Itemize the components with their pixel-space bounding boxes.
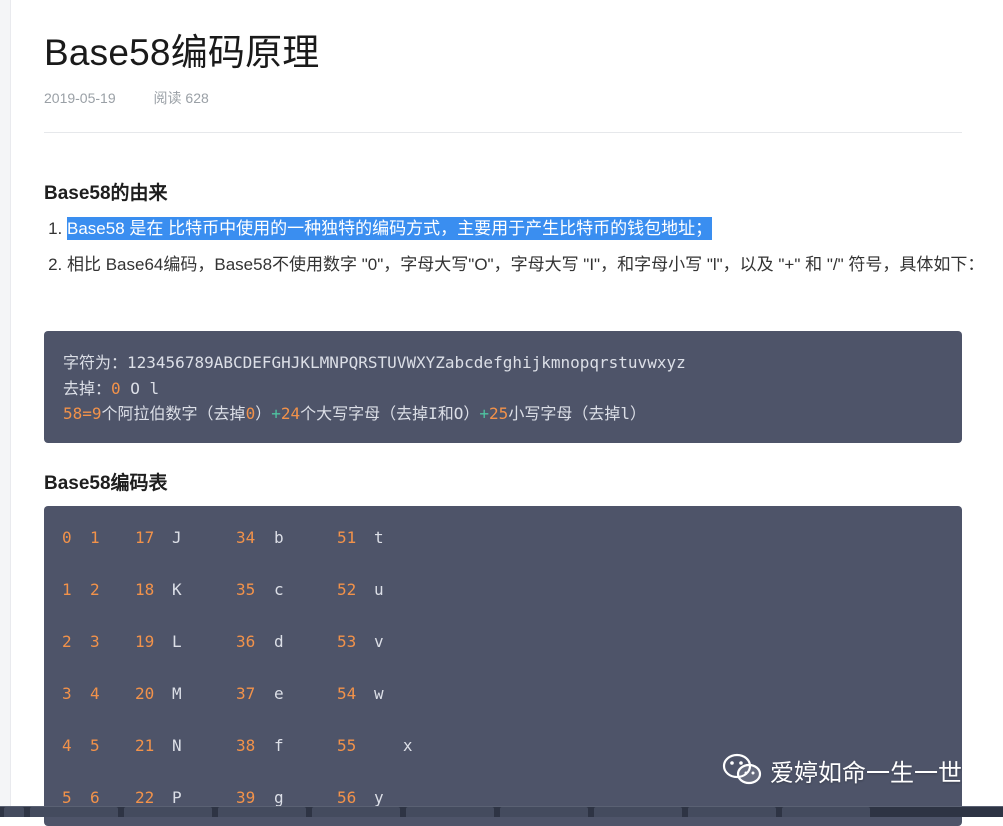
table-index: 34: [236, 528, 256, 547]
table-index: 2: [62, 632, 72, 651]
table-char: 1: [90, 528, 100, 547]
origin-list: Base58 是在 比特币中使用的一种独特的编码方式，主要用于产生比特币的钱包地…: [44, 214, 985, 286]
code-number: 24: [280, 404, 301, 423]
table-char: N: [172, 736, 182, 755]
table-index: 52: [337, 580, 357, 599]
table-char: 4: [90, 684, 100, 703]
table-char: e: [274, 684, 284, 703]
table-char: d: [274, 632, 284, 651]
code-line-1: 字符为：123456789ABCDEFGHJKLMNPQRSTUVWXYZabc…: [63, 353, 686, 372]
code-line-3: 58=9个阿拉伯数字（去掉0）+24个大写字母（去掉I和O）+25小写字母（去掉…: [63, 404, 646, 423]
table-index: 4: [62, 736, 72, 755]
left-edge: [0, 0, 11, 806]
table-char: J: [172, 528, 182, 547]
table-index: 3: [62, 684, 72, 703]
table-index: 0: [62, 528, 72, 547]
table-char: g: [274, 788, 284, 807]
table-index: 37: [236, 684, 256, 703]
section-heading-table: Base58编码表: [44, 473, 168, 494]
table-index: 39: [236, 788, 256, 807]
table-index: 1: [62, 580, 72, 599]
table-index: 21: [135, 736, 155, 755]
table-index: 35: [236, 580, 256, 599]
watermark: 爱婷如命一生一世: [722, 752, 962, 788]
code-number: 9: [91, 404, 102, 423]
list-item: 相比 Base64编码，Base58不使用数字 "0"，字母大写"O"，字母大写…: [67, 250, 985, 280]
table-char: c: [274, 580, 284, 599]
code-value: O l: [120, 378, 160, 398]
table-char: b: [274, 528, 284, 547]
table-index: 17: [135, 528, 155, 547]
table-char: 2: [90, 580, 100, 599]
table-index: 5: [62, 788, 72, 807]
table-index: 18: [135, 580, 155, 599]
table-index: 56: [337, 788, 357, 807]
selected-text[interactable]: Base58 是在 比特币中使用的一种独特的编码方式，主要用于产生比特币的钱包地…: [67, 217, 713, 240]
table-index: 22: [135, 788, 155, 807]
table-index: 20: [135, 684, 155, 703]
section-heading-origin: Base58的由来: [44, 183, 168, 204]
code-operator: +: [271, 404, 281, 423]
table-char: t: [374, 528, 384, 547]
table-char: x: [374, 736, 413, 755]
code-block-charset: 字符为：123456789ABCDEFGHJKLMNPQRSTUVWXYZabc…: [44, 331, 962, 443]
code-text: 字符为：123456789ABCDEFGHJKLMNPQRSTUVWXYZabc…: [44, 331, 962, 446]
list-item: Base58 是在 比特币中使用的一种独特的编码方式，主要用于产生比特币的钱包地…: [67, 214, 985, 244]
table-char: f: [274, 736, 284, 755]
publish-date: 2019-05-19: [44, 90, 116, 106]
table-char: y: [374, 788, 384, 807]
code-number: 0: [111, 378, 121, 398]
table-char: 6: [90, 788, 100, 807]
code-number: 58: [63, 404, 83, 423]
read-count: 阅读 628: [153, 90, 209, 106]
table-char: P: [172, 788, 182, 807]
code-operator: +: [479, 404, 490, 423]
table-char: w: [374, 684, 384, 703]
divider: [44, 132, 962, 133]
table-index: 19: [135, 632, 155, 651]
watermark-text: 爱婷如命一生一世: [770, 759, 962, 787]
table-index: 54: [337, 684, 357, 703]
article-meta: 2019-05-19 阅读 628: [44, 88, 243, 108]
table-char: u: [374, 580, 384, 599]
code-line-2: 去掉：0 O l: [63, 379, 159, 398]
table-char: M: [172, 684, 182, 703]
code-text-part: 个大写字母（去掉I和O）: [300, 404, 480, 423]
code-text-part: 小写字母（去掉l）: [508, 404, 646, 423]
code-text-part: 个阿拉伯数字（去掉: [101, 404, 246, 423]
code-value: 123456789ABCDEFGHJKLMNPQRSTUVWXYZabcdefg…: [127, 353, 686, 372]
code-label: 去掉：: [63, 378, 112, 398]
code-label: 字符为：: [63, 353, 128, 372]
table-char: v: [374, 632, 384, 651]
code-operator: =: [82, 404, 92, 423]
code-text-part: ）: [255, 404, 272, 423]
table-index: 38: [236, 736, 256, 755]
code-number: 25: [489, 404, 509, 423]
table-char: 3: [90, 632, 100, 651]
wechat-icon: [722, 753, 762, 785]
table-index: 36: [236, 632, 256, 651]
table-index: 55: [337, 736, 357, 755]
table-char: 5: [90, 736, 100, 755]
code-number: 0: [245, 404, 256, 423]
table-index: 51: [337, 528, 357, 547]
table-char: L: [172, 632, 182, 651]
table-index: 53: [337, 632, 357, 651]
table-char: K: [172, 580, 182, 599]
taskbar: [0, 806, 1003, 817]
page-title: Base58编码原理: [44, 32, 320, 73]
